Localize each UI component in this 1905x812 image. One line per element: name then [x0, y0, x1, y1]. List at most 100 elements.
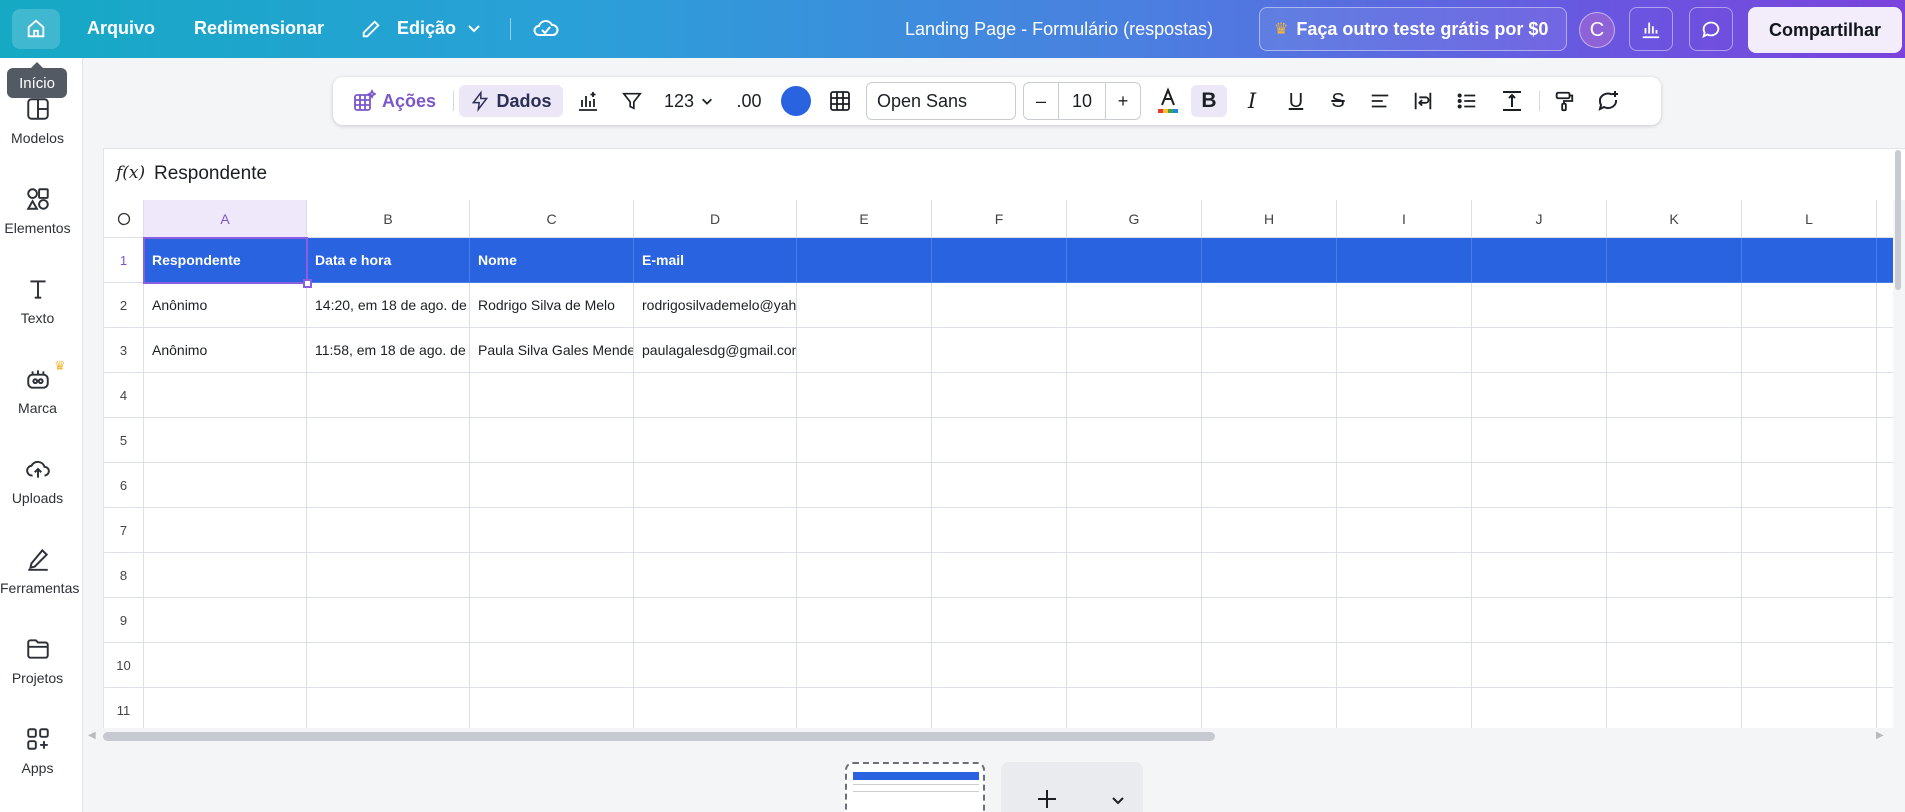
cell-f1[interactable]: [932, 238, 1067, 283]
add-comment-button[interactable]: [1591, 85, 1625, 117]
page-thumbnail[interactable]: [845, 762, 985, 812]
italic-button[interactable]: I: [1235, 85, 1269, 117]
empty-cell[interactable]: [1067, 508, 1202, 553]
scroll-thumb[interactable]: [1895, 150, 1901, 290]
cell-d3[interactable]: paulagalesdg@gmail.con: [634, 328, 797, 373]
cell-d2[interactable]: rodrigosilvademelo@yah: [634, 283, 797, 328]
empty-cell[interactable]: [1877, 283, 1893, 328]
empty-cell[interactable]: [797, 688, 932, 728]
row-header[interactable]: 8: [104, 553, 144, 598]
column-header-a[interactable]: A: [144, 200, 307, 238]
empty-cell[interactable]: [932, 418, 1067, 463]
empty-cell[interactable]: [797, 418, 932, 463]
empty-cell[interactable]: [1742, 283, 1877, 328]
text-color-button[interactable]: [1151, 85, 1185, 117]
underline-button[interactable]: U: [1279, 85, 1313, 117]
menu-edicao[interactable]: Edição: [397, 18, 456, 39]
empty-cell[interactable]: [307, 643, 470, 688]
empty-cell[interactable]: [1337, 598, 1472, 643]
empty-cell[interactable]: [307, 598, 470, 643]
empty-cell[interactable]: [1877, 463, 1893, 508]
empty-cell[interactable]: [307, 688, 470, 728]
empty-cell[interactable]: [932, 643, 1067, 688]
empty-cell[interactable]: [797, 283, 932, 328]
font-family-dropdown[interactable]: Open Sans: [866, 82, 1016, 120]
empty-cell[interactable]: [1472, 328, 1607, 373]
empty-cell[interactable]: [1607, 463, 1742, 508]
comments-button[interactable]: [1689, 7, 1733, 51]
empty-cell[interactable]: [1607, 508, 1742, 553]
share-button[interactable]: Compartilhar: [1748, 7, 1902, 53]
sidebar-item-elementos[interactable]: Elementos: [0, 186, 75, 236]
avatar[interactable]: C: [1579, 12, 1615, 48]
column-header-f[interactable]: F: [932, 200, 1067, 238]
scroll-left-icon[interactable]: ◀: [88, 730, 96, 741]
row-header[interactable]: 2: [104, 283, 144, 328]
empty-cell[interactable]: [1202, 418, 1337, 463]
actions-button[interactable]: Ações: [343, 85, 445, 117]
column-header-l[interactable]: L: [1742, 200, 1877, 238]
empty-cell[interactable]: [634, 643, 797, 688]
strikethrough-button[interactable]: S: [1321, 85, 1355, 117]
vertical-scrollbar[interactable]: [1893, 150, 1903, 728]
empty-cell[interactable]: [470, 643, 634, 688]
empty-cell[interactable]: [1202, 688, 1337, 728]
empty-cell[interactable]: [1202, 508, 1337, 553]
empty-cell[interactable]: [470, 463, 634, 508]
empty-cell[interactable]: [470, 508, 634, 553]
empty-cell[interactable]: [1472, 688, 1607, 728]
empty-cell[interactable]: [634, 418, 797, 463]
cell-j1[interactable]: [1472, 238, 1607, 283]
empty-cell[interactable]: [144, 598, 307, 643]
document-title[interactable]: Landing Page - Formulário (respostas): [905, 19, 1213, 40]
empty-cell[interactable]: [1337, 283, 1472, 328]
empty-cell[interactable]: [470, 688, 634, 728]
empty-cell[interactable]: [1337, 418, 1472, 463]
empty-cell[interactable]: [1067, 283, 1202, 328]
empty-cell[interactable]: [1067, 553, 1202, 598]
borders-button[interactable]: [823, 85, 857, 117]
cell-h1[interactable]: [1202, 238, 1337, 283]
empty-cell[interactable]: [797, 373, 932, 418]
empty-cell[interactable]: [634, 688, 797, 728]
column-header-d[interactable]: D: [634, 200, 797, 238]
cell-i1[interactable]: [1337, 238, 1472, 283]
row-header[interactable]: 5: [104, 418, 144, 463]
empty-cell[interactable]: [1472, 463, 1607, 508]
cell-b3[interactable]: 11:58, em 18 de ago. de: [307, 328, 470, 373]
sidebar-item-modelos[interactable]: Modelos: [0, 96, 75, 146]
fill-color-button[interactable]: [779, 85, 813, 117]
menu-redimensionar[interactable]: Redimensionar: [194, 18, 324, 39]
cell-a2[interactable]: Anônimo: [144, 283, 307, 328]
empty-cell[interactable]: [1067, 643, 1202, 688]
empty-cell[interactable]: [1877, 553, 1893, 598]
sidebar-item-texto[interactable]: Texto: [0, 276, 75, 326]
empty-cell[interactable]: [1202, 553, 1337, 598]
empty-cell[interactable]: [1742, 643, 1877, 688]
empty-cell[interactable]: [144, 373, 307, 418]
cell-b1[interactable]: Data e hora: [307, 238, 470, 283]
align-button[interactable]: [1363, 85, 1397, 117]
empty-cell[interactable]: [1607, 328, 1742, 373]
cell-c1[interactable]: Nome: [470, 238, 634, 283]
row-header[interactable]: 11: [104, 688, 144, 728]
empty-cell[interactable]: [1472, 508, 1607, 553]
chevron-down-icon[interactable]: [466, 20, 482, 41]
empty-cell[interactable]: [1742, 373, 1877, 418]
empty-cell[interactable]: [932, 598, 1067, 643]
bold-button[interactable]: B: [1191, 85, 1227, 117]
data-button[interactable]: Dados: [459, 85, 563, 117]
horizontal-scrollbar[interactable]: [103, 732, 1215, 741]
empty-cell[interactable]: [1067, 328, 1202, 373]
cell-l1[interactable]: [1742, 238, 1877, 283]
empty-cell[interactable]: [1337, 688, 1472, 728]
empty-cell[interactable]: [1742, 508, 1877, 553]
row-header[interactable]: 9: [104, 598, 144, 643]
cell-m1[interactable]: [1877, 238, 1893, 283]
paint-format-button[interactable]: [1547, 85, 1581, 117]
empty-cell[interactable]: [634, 598, 797, 643]
empty-cell[interactable]: [797, 508, 932, 553]
empty-cell[interactable]: [1607, 643, 1742, 688]
empty-cell[interactable]: [1607, 598, 1742, 643]
empty-cell[interactable]: [1472, 553, 1607, 598]
